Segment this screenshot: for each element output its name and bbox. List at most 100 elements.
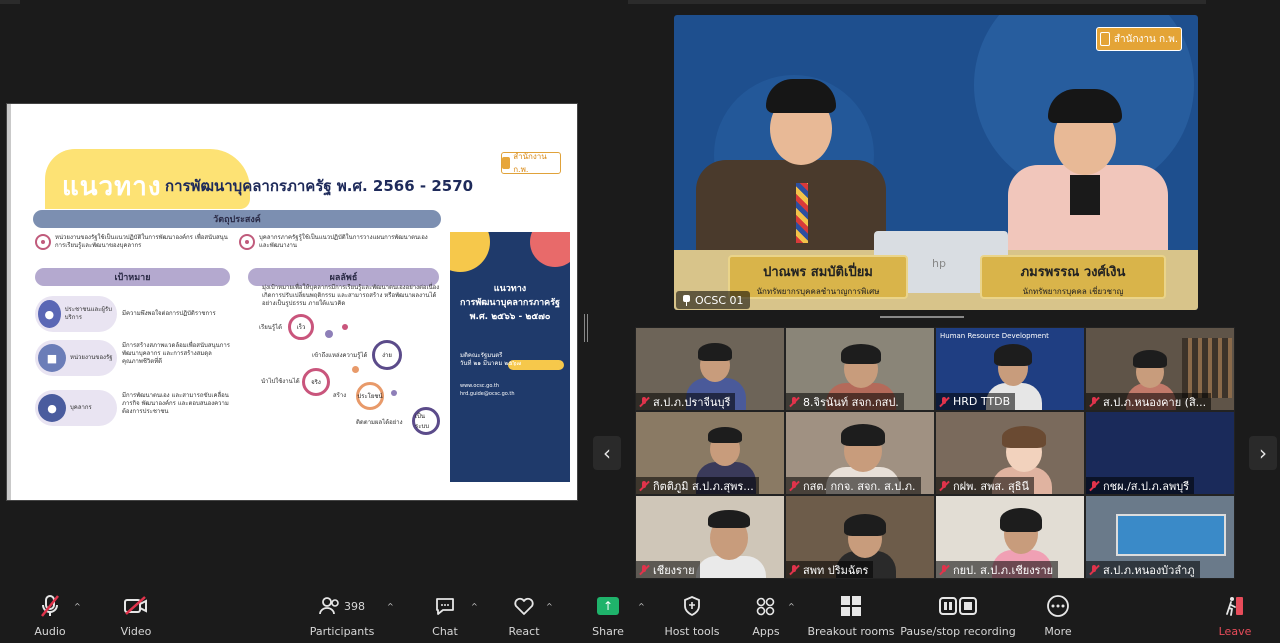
muted-mic-icon: [938, 480, 950, 492]
participant-gallery: ส.ป.ภ.ปราจีนบุรี 8.จิรนันท์ สจก.กสป. Hum…: [635, 327, 1235, 580]
leave-button[interactable]: Leave: [1215, 592, 1255, 643]
objective-text: บุคลากรภาครัฐรู้ใช้เป็นแนวปฏิบัติในการวา…: [259, 234, 428, 249]
node-fast: เร็ว: [288, 314, 314, 340]
participant-tile[interactable]: กชผ./ส.ป.ภ.ลพบุรี: [1085, 411, 1235, 495]
participant-tile[interactable]: ส.ป.ภ.หนองคาย (สิ...: [1085, 327, 1235, 411]
target-icon: [35, 234, 51, 250]
logo-mark-icon: [502, 157, 511, 169]
recording-button[interactable]: Pause/stop recording: [900, 592, 1016, 643]
chat-options-caret[interactable]: ^: [471, 602, 478, 611]
participant-name: กยป. ส.ป.ภ.เชียงราย: [936, 561, 1059, 578]
muted-mic-icon: [788, 396, 800, 408]
card-decor: [530, 232, 570, 267]
video-button[interactable]: Video: [116, 592, 156, 643]
target-icon: [239, 234, 255, 250]
share-button[interactable]: ↑ Share: [588, 592, 628, 643]
card-decor: [450, 232, 490, 272]
node-label: สร้าง: [333, 392, 347, 399]
muted-mic-icon: [788, 480, 800, 492]
people-icon: ●: [38, 300, 61, 328]
node-label: เรียนรู้ได้: [259, 324, 283, 331]
breakout-rooms-button[interactable]: Breakout rooms: [808, 592, 895, 643]
node-real: จริง: [302, 368, 330, 396]
participants-button[interactable]: 398 Participants: [310, 592, 374, 643]
muted-mic-icon: [938, 564, 950, 576]
goal-item: ■ หน่วยงานของรัฐ: [35, 340, 117, 376]
hair: [1048, 89, 1122, 123]
participant-tile[interactable]: กฝพ. สพส. สุธินี: [935, 411, 1085, 495]
split-view-handle[interactable]: [584, 314, 588, 342]
share-options-caret[interactable]: ^: [638, 602, 645, 611]
participant-tile[interactable]: กยป. ส.ป.ภ.เชียงราย: [935, 495, 1085, 579]
participant-name: กชผ./ส.ป.ภ.ลพบุรี: [1086, 477, 1195, 494]
participant-name: กฝพ. สพส. สุธินี: [936, 477, 1034, 494]
participant-tile[interactable]: Human Resource Development HRD TTDB: [935, 327, 1085, 411]
chat-button[interactable]: Chat: [425, 592, 465, 643]
breakout-rooms-icon: [840, 592, 862, 620]
muted-mic-icon: [638, 480, 650, 492]
gallery-prev-button[interactable]: ‹: [593, 436, 621, 470]
active-speaker-video[interactable]: สำนักงาน ก.พ. hp ปาณพร สมบัติเปี่ยม นักท…: [674, 15, 1198, 310]
hp-logo-icon: hp: [932, 257, 946, 270]
inner-shirt: [1070, 175, 1100, 215]
card-links: www.ocsc.go.th hrd.guide@ocsc.go.th: [460, 383, 515, 397]
apps-icon: [755, 592, 777, 620]
participant-tile[interactable]: สพท ปริมฉัตร: [785, 495, 935, 579]
building-icon: ■: [38, 344, 66, 372]
info-card: แนวทาง การพัฒนาบุคลากรภาครัฐ พ.ศ. ๒๕๖๖ -…: [450, 232, 570, 482]
audio-button[interactable]: Audio: [30, 592, 70, 643]
participant-name: สพท ปริมฉัตร: [786, 561, 874, 578]
leave-icon: [1225, 592, 1245, 620]
shield-icon: [683, 592, 701, 620]
goal-item: ● บุคลากร: [35, 390, 117, 426]
react-button[interactable]: React: [504, 592, 544, 643]
top-edge-strip: [0, 0, 20, 4]
hrd-banner: Human Resource Development: [940, 332, 1049, 340]
gallery-next-button[interactable]: ›: [1249, 436, 1277, 470]
participant-name: ส.ป.ภ.ปราจีนบุรี: [636, 393, 736, 410]
decor-dot: [352, 366, 359, 373]
muted-mic-icon: [638, 396, 650, 408]
participant-tile[interactable]: ส.ป.ภ.ปราจีนบุรี: [635, 327, 785, 411]
tie: [796, 183, 808, 243]
node-system: เป็นระบบ: [412, 407, 440, 435]
speaker-divider: [880, 316, 964, 318]
objective-header: วัตถุประสงค์: [33, 210, 441, 228]
muted-mic-icon: [638, 564, 650, 576]
audio-options-caret[interactable]: ^: [74, 602, 81, 611]
apps-button[interactable]: Apps: [746, 592, 786, 643]
share-screen-icon: ↑: [597, 597, 619, 615]
goal-description: มีการพัฒนาตนเอง และสามารถขับเคลื่อนภารกิ…: [122, 392, 229, 415]
result-description: มุ่งเป้าหมายเพื่อให้บุคลากรมีการเรียนรู้…: [262, 284, 440, 307]
node-label: เข้าถึงแหล่งความรู้ได้: [312, 352, 368, 359]
heart-icon: [513, 592, 535, 620]
participant-tile[interactable]: เชียงราย: [635, 495, 785, 579]
participant-name: กิตติภูมิ ส.ป.ภ.สุพร...: [636, 477, 759, 494]
react-options-caret[interactable]: ^: [546, 602, 553, 611]
mic-muted-icon: [40, 592, 60, 620]
wall-screen: [1116, 514, 1226, 556]
goal-description: มีการสร้างสภาพแวดล้อมเพื่อสนับสนุนการพัฒ…: [122, 342, 230, 365]
card-date: มติคณะรัฐมนตรี วันที่ ๒๑ มีนาคม ๒๕๖๗: [460, 352, 522, 367]
chevron-left-icon: ‹: [603, 441, 611, 465]
participant-tile[interactable]: 8.จิรนันท์ สจก.กสป.: [785, 327, 935, 411]
shared-screen-slide: แนวทาง การพัฒนาบุคลากรภาครัฐ พ.ศ. 2566 -…: [6, 103, 578, 501]
participants-icon: 398: [319, 592, 365, 620]
node-label: ติดตามผลได้อย่าง: [356, 419, 403, 426]
slide-subtitle: การพัฒนาบุคลากรภาครัฐ พ.ศ. 2566 - 2570: [165, 177, 474, 195]
participant-tile[interactable]: กสต. กกจ. สจก. ส.ป.ภ.: [785, 411, 935, 495]
participant-name: HRD TTDB: [936, 393, 1016, 410]
pause-icon: [939, 597, 957, 615]
ocsc-logo: สำนักงาน ก.พ.: [1096, 27, 1182, 51]
muted-mic-icon: [1088, 480, 1100, 492]
apps-options-caret[interactable]: ^: [788, 602, 795, 611]
more-button[interactable]: More: [1038, 592, 1078, 643]
node-easy: ง่าย: [372, 340, 402, 370]
host-tools-button[interactable]: Host tools: [664, 592, 720, 643]
participants-options-caret[interactable]: ^: [387, 602, 394, 611]
participant-name: ส.ป.ภ.หนองคาย (สิ...: [1086, 393, 1212, 410]
participant-tile[interactable]: ส.ป.ภ.หนองบัวลำภู: [1085, 495, 1235, 579]
muted-mic-icon: [788, 564, 800, 576]
participant-tile[interactable]: กิตติภูมิ ส.ป.ภ.สุพร...: [635, 411, 785, 495]
participant-name: ส.ป.ภ.หนองบัวลำภู: [1086, 561, 1200, 578]
